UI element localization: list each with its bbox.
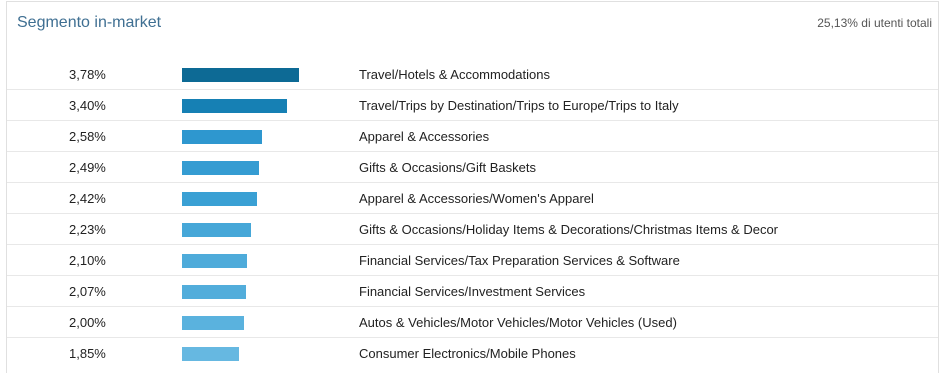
table-row: 2,23% Gifts & Occasions/Holiday Items & D…: [7, 214, 938, 245]
total-users-share: 25,13% di utenti totali: [817, 16, 932, 30]
segment-bar-track: [182, 254, 299, 268]
segment-label: Apparel & Accessories/Women's Apparel: [359, 191, 594, 206]
in-market-segment-card: Segmento in-market 25,13% di utenti tota…: [6, 1, 939, 373]
segment-bar: [182, 68, 299, 82]
segment-bar-track: [182, 68, 299, 82]
segment-bar-track: [182, 130, 299, 144]
table-row: 2,58% Apparel & Accessories: [7, 121, 938, 152]
segment-bar-track: [182, 347, 299, 361]
segment-bar: [182, 99, 287, 113]
segment-percent: 2,10%: [69, 253, 106, 268]
table-row: 2,49% Gifts & Occasions/Gift Baskets: [7, 152, 938, 183]
segment-bar-track: [182, 161, 299, 175]
card-title: Segmento in-market: [17, 14, 162, 31]
segment-percent: 2,58%: [69, 129, 106, 144]
segment-label: Travel/Hotels & Accommodations: [359, 67, 550, 82]
segment-label: Financial Services/Tax Preparation Servi…: [359, 253, 680, 268]
segment-percent: 2,00%: [69, 315, 106, 330]
segment-bar: [182, 130, 262, 144]
segment-bar: [182, 223, 251, 237]
table-row: 2,42% Apparel & Accessories/Women's Appar…: [7, 183, 938, 214]
table-row: 2,07% Financial Services/Investment Servi…: [7, 276, 938, 307]
segment-percent: 2,49%: [69, 160, 106, 175]
segment-label: Financial Services/Investment Services: [359, 284, 586, 299]
segment-percent: 2,23%: [69, 222, 106, 237]
table-row: 2,10% Financial Services/Tax Preparation …: [7, 245, 938, 276]
segment-rows: 3,78% Travel/Hotels & Accommodations 3,40%…: [7, 59, 938, 369]
segment-bar: [182, 316, 244, 330]
segment-bar-track: [182, 316, 299, 330]
segment-percent: 3,40%: [69, 98, 106, 113]
segment-label: Gifts & Occasions/Holiday Items & Decora…: [359, 222, 779, 237]
segment-percent: 2,07%: [69, 284, 106, 299]
table-row: 3,40% Travel/Trips by Destination/Trips t…: [7, 90, 938, 121]
segment-percent: 2,42%: [69, 191, 106, 206]
segment-bar: [182, 161, 259, 175]
segment-bar: [182, 254, 247, 268]
table-row: 1,85% Consumer Electronics/Mobile Phones: [7, 338, 938, 369]
segment-bar: [182, 192, 257, 206]
segment-label: Gifts & Occasions/Gift Baskets: [359, 160, 536, 175]
segment-bar-track: [182, 99, 299, 113]
segment-label: Apparel & Accessories: [359, 129, 490, 144]
segment-bar: [182, 285, 246, 299]
table-row: 2,00% Autos & Vehicles/Motor Vehicles/Mot…: [7, 307, 938, 338]
segment-percent: 3,78%: [69, 67, 106, 82]
segment-label: Autos & Vehicles/Motor Vehicles/Motor Ve…: [359, 315, 677, 330]
table-row: 3,78% Travel/Hotels & Accommodations: [7, 59, 938, 90]
segment-label: Travel/Trips by Destination/Trips to Eur…: [359, 98, 679, 113]
segment-bar: [182, 347, 239, 361]
segment-bar-track: [182, 192, 299, 206]
segment-percent: 1,85%: [69, 346, 106, 361]
segment-label: Consumer Electronics/Mobile Phones: [359, 346, 576, 361]
segment-bar-track: [182, 223, 299, 237]
segment-bar-track: [182, 285, 299, 299]
